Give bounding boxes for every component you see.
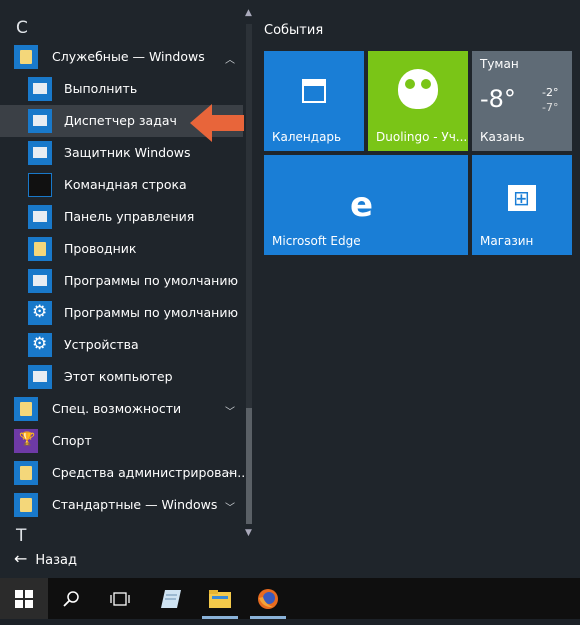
task-view-button[interactable]	[96, 578, 144, 619]
item-label: Диспетчер задач	[64, 113, 177, 128]
app-list: С Служебные — Windows ︿ Выполнить Диспет…	[0, 0, 256, 578]
app-file-explorer[interactable]: Проводник	[0, 233, 243, 265]
pointer-arrow-icon	[190, 104, 244, 142]
item-label: Программы по умолчанию	[64, 305, 238, 320]
item-label: Спец. возможности	[52, 401, 182, 416]
scrollbar[interactable]: ▲ ▼	[243, 8, 256, 540]
taskbar	[0, 578, 580, 619]
calendar-icon	[302, 79, 326, 103]
item-label: Устройства	[64, 337, 139, 352]
tile-calendar[interactable]: Календарь	[264, 51, 364, 151]
notepad-icon	[161, 590, 181, 608]
back-label: Назад	[35, 553, 78, 568]
folder-admin-tools[interactable]: Средства администрирован... ﹀	[0, 457, 249, 489]
default-programs-icon	[28, 269, 52, 293]
tile-duolingo[interactable]: Duolingo - Уч...	[368, 51, 468, 151]
taskbar-app-notepad[interactable]	[148, 578, 196, 619]
back-button[interactable]: ← Назад	[14, 549, 77, 568]
store-bag-icon	[508, 185, 536, 211]
tile-label: Duolingo - Уч...	[376, 130, 468, 144]
app-run[interactable]: Выполнить	[0, 73, 243, 105]
edge-icon: e	[350, 185, 374, 225]
item-label: Стандартные — Windows	[52, 497, 218, 512]
search-icon	[63, 591, 79, 607]
folder-icon	[14, 45, 38, 69]
command-prompt-icon	[28, 173, 52, 197]
item-label: Командная строка	[64, 177, 187, 192]
tile-label: Магазин	[480, 234, 534, 248]
scroll-up-icon[interactable]: ▲	[245, 8, 252, 18]
trophy-icon	[14, 429, 38, 453]
folder-accessibility[interactable]: Спец. возможности ﹀	[0, 393, 243, 425]
item-label: Служебные — Windows	[52, 49, 205, 64]
app-default-programs-2[interactable]: Программы по умолчанию	[0, 297, 243, 329]
weather-temperature: -8°	[480, 85, 516, 113]
folder-windows-system[interactable]: Служебные — Windows ︿	[0, 41, 243, 73]
section-letter-t[interactable]: Т	[16, 526, 26, 546]
start-menu: С Служебные — Windows ︿ Выполнить Диспет…	[0, 0, 580, 578]
tile-weather[interactable]: Туман -8° -2° -7° Казань	[472, 51, 572, 151]
item-label: Проводник	[64, 241, 137, 256]
scroll-thumb[interactable]	[246, 408, 252, 524]
item-label: Этот компьютер	[64, 369, 173, 384]
scroll-down-icon[interactable]: ▼	[245, 528, 252, 538]
task-view-icon	[110, 592, 130, 606]
tile-label: Казань	[480, 130, 525, 144]
chevron-up-icon: ︿	[225, 55, 235, 66]
folder-icon	[14, 397, 38, 421]
folder-icon	[14, 461, 38, 485]
folder-icon	[14, 493, 38, 517]
taskbar-app-firefox[interactable]	[244, 578, 292, 619]
tile-label: Microsoft Edge	[272, 234, 361, 248]
app-this-pc[interactable]: Этот компьютер	[0, 361, 243, 393]
file-explorer-icon	[209, 590, 231, 608]
item-label: Средства администрирован...	[52, 465, 250, 480]
run-icon	[28, 77, 52, 101]
app-default-programs-1[interactable]: Программы по умолчанию	[0, 265, 243, 297]
weather-condition: Туман	[480, 57, 519, 71]
folder-windows-accessories[interactable]: Стандартные — Windows ﹀	[0, 489, 243, 521]
taskbar-app-file-explorer[interactable]	[196, 578, 244, 619]
tile-label: Календарь	[272, 130, 342, 144]
computer-icon	[28, 365, 52, 389]
item-label: Программы по умолчанию	[64, 273, 238, 288]
tile-group-title: События	[264, 23, 324, 38]
firefox-icon	[258, 589, 278, 609]
search-button[interactable]	[48, 578, 96, 619]
chevron-down-icon: ﹀	[225, 503, 235, 514]
duolingo-owl-icon	[398, 69, 438, 109]
chevron-down-icon: ﹀	[225, 407, 235, 418]
task-manager-icon	[28, 109, 52, 133]
app-control-panel[interactable]: Панель управления	[0, 201, 243, 233]
app-command-prompt[interactable]: Командная строка	[0, 169, 243, 201]
app-sport[interactable]: Спорт	[0, 425, 243, 457]
app-devices[interactable]: Устройства	[0, 329, 243, 361]
gear-icon	[28, 301, 52, 325]
scroll-track[interactable]	[246, 24, 252, 524]
item-label: Спорт	[52, 433, 92, 448]
windows-logo-icon	[15, 590, 33, 608]
file-explorer-icon	[28, 237, 52, 261]
tile-store[interactable]: Магазин	[472, 155, 572, 255]
control-panel-icon	[28, 205, 52, 229]
item-label: Панель управления	[64, 209, 195, 224]
weather-high: -2°	[542, 86, 559, 99]
tile-microsoft-edge[interactable]: e Microsoft Edge	[264, 155, 468, 255]
weather-low: -7°	[542, 101, 559, 114]
arrow-left-icon: ←	[14, 549, 28, 568]
defender-icon	[28, 141, 52, 165]
chevron-down-icon: ﹀	[225, 471, 235, 482]
start-button[interactable]	[0, 578, 48, 619]
item-label: Защитник Windows	[64, 145, 191, 160]
item-label: Выполнить	[64, 81, 138, 96]
section-letter-c[interactable]: С	[16, 18, 28, 38]
gear-icon	[28, 333, 52, 357]
